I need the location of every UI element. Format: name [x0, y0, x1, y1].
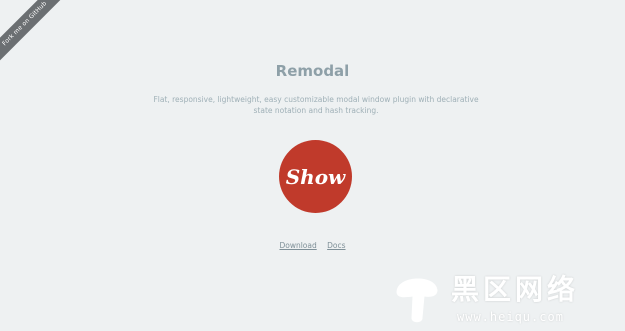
show-button[interactable]: Show — [279, 140, 352, 213]
watermark-url: www.heiqu.com — [457, 310, 564, 324]
page-title: Remodal — [275, 62, 350, 80]
mushroom-logo-icon — [396, 278, 438, 323]
download-link[interactable]: Download — [279, 241, 316, 250]
fork-me-ribbon[interactable]: Fork me on GitHub — [0, 0, 70, 69]
docs-link[interactable]: Docs — [327, 241, 345, 250]
page-description: Flat, responsive, lightweight, easy cust… — [153, 95, 479, 115]
footer-links: Download Docs — [0, 241, 625, 250]
watermark-title: 黑区网络 — [451, 273, 580, 306]
watermark: 黑区网络 www.heiqu.com — [383, 266, 625, 331]
